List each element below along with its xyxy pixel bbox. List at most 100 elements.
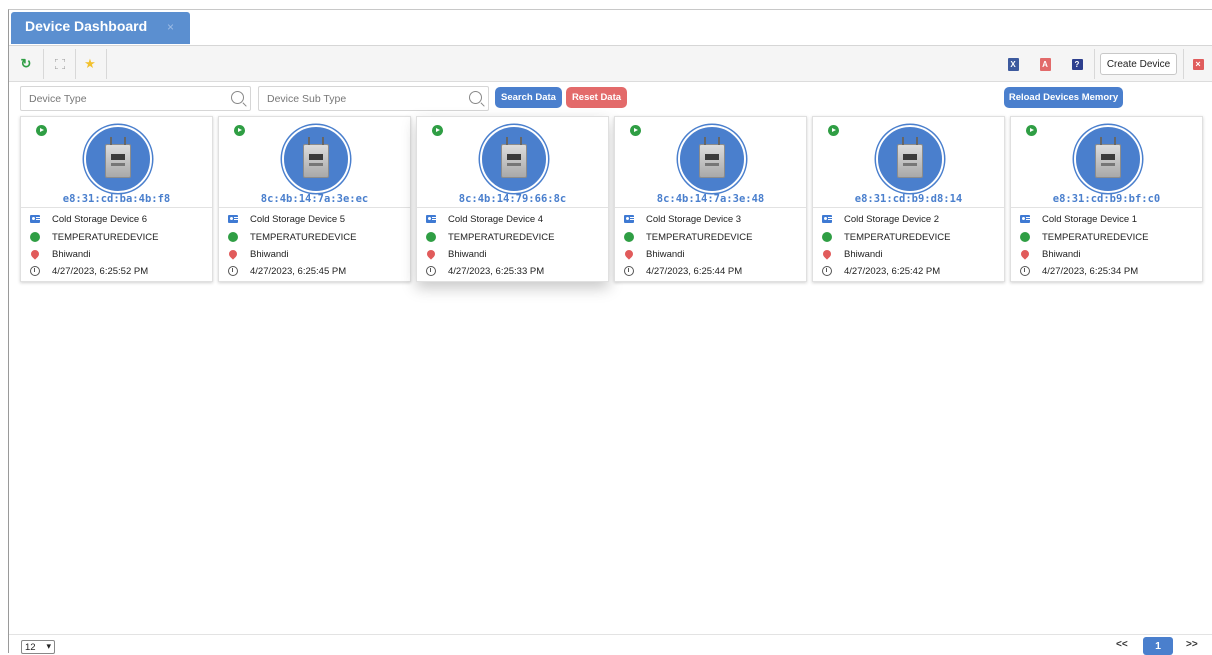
id-card-icon [30,214,40,224]
page-1-button[interactable]: 1 [1143,637,1173,655]
device-time-row: 4/27/2023, 6:25:45 PM [228,264,346,278]
device-avatar [1074,125,1142,193]
search-icon[interactable] [231,91,244,104]
device-location-row: Bhiwandi [1019,247,1081,261]
device-name-row: Cold Storage Device 6 [30,212,147,226]
device-avatar [84,125,152,193]
device-avatar [678,125,746,193]
search-data-button[interactable]: Search Data [495,87,562,108]
device-timestamp: 4/27/2023, 6:25:34 PM [1042,265,1139,277]
device-time-row: 4/27/2023, 6:25:42 PM [822,264,940,278]
device-card[interactable]: 8c:4b:14:79:66:8c Cold Storage Device 4 … [416,116,609,282]
toolbar-divider [1183,49,1184,79]
reload-devices-memory-button[interactable]: Reload Devices Memory [1004,87,1123,108]
play-status-icon[interactable] [630,125,641,136]
play-status-icon[interactable] [1026,125,1037,136]
device-name: Cold Storage Device 3 [646,213,742,225]
clock-icon [624,266,634,276]
card-divider [417,207,608,208]
device-type-placeholder: Device Type [29,93,87,105]
globe-icon [228,232,238,242]
tab-device-dashboard[interactable]: Device Dashboard × [11,12,190,44]
device-location-row: Bhiwandi [425,247,487,261]
device-timestamp: 4/27/2023, 6:25:45 PM [250,265,347,277]
device-avatar [282,125,350,193]
device-name-row: Cold Storage Device 4 [426,212,543,226]
device-image [105,137,131,178]
device-timestamp: 4/27/2023, 6:25:44 PM [646,265,743,277]
play-status-icon[interactable] [36,125,47,136]
create-device-button[interactable]: Create Device [1100,53,1177,75]
device-time-row: 4/27/2023, 6:25:34 PM [1020,264,1138,278]
star-icon[interactable]: ★ [81,55,99,73]
device-name: Cold Storage Device 2 [844,213,940,225]
device-name-row: Cold Storage Device 3 [624,212,741,226]
filter-row: Device Type Device Sub Type Search Data … [9,82,1212,114]
close-icon: × [1192,58,1204,70]
play-status-icon[interactable] [234,125,245,136]
device-type-row: TEMPERATUREDEVICE [426,230,554,244]
toolbar-divider [106,49,107,79]
device-type-row: TEMPERATUREDEVICE [822,230,950,244]
location-pin-icon [29,248,41,260]
page-size-select[interactable]: 12 ▾ [21,640,55,654]
toolbar-divider [75,49,76,79]
tab-close-icon[interactable]: × [167,20,174,34]
device-timestamp: 4/27/2023, 6:25:33 PM [448,265,545,277]
device-type: TEMPERATUREDEVICE [250,231,357,243]
search-icon[interactable] [469,91,482,104]
toolbar: ↻ ★ X A ? Create Device × [9,46,1212,82]
excel-export-icon[interactable]: X [1004,55,1022,73]
device-type-input[interactable]: Device Type [20,86,251,111]
page-size-value: 12 [25,642,36,653]
device-location: Bhiwandi [52,248,91,260]
device-name: Cold Storage Device 1 [1042,213,1138,225]
card-divider [615,207,806,208]
device-image [897,137,923,178]
device-type: TEMPERATUREDEVICE [646,231,753,243]
device-card[interactable]: 8c:4b:14:7a:3e:ec Cold Storage Device 5 … [218,116,411,282]
globe-icon [624,232,634,242]
globe-icon [30,232,40,242]
excel-file-icon: X [1007,57,1019,71]
close-panel-button[interactable]: × [1189,55,1207,73]
device-name: Cold Storage Device 4 [448,213,544,225]
clock-icon [30,266,40,276]
id-card-icon [624,214,634,224]
device-sub-type-input[interactable]: Device Sub Type [258,86,489,111]
location-pin-icon [623,248,635,260]
device-location: Bhiwandi [448,248,487,260]
device-card[interactable]: e8:31:cd:b9:bf:c0 Cold Storage Device 1 … [1010,116,1203,282]
device-location: Bhiwandi [844,248,883,260]
device-mac: e8:31:cd:b9:bf:c0 [1052,193,1161,205]
device-type: TEMPERATUREDEVICE [844,231,951,243]
toolbar-divider [1094,49,1095,79]
card-divider [21,207,212,208]
play-status-icon[interactable] [432,125,443,136]
pdf-export-icon[interactable]: A [1036,55,1054,73]
card-divider [219,207,410,208]
device-location-row: Bhiwandi [227,247,289,261]
device-card[interactable]: 8c:4b:14:7a:3e:48 Cold Storage Device 3 … [614,116,807,282]
next-page-button[interactable]: >> [1186,639,1198,650]
device-location: Bhiwandi [250,248,289,260]
device-timestamp: 4/27/2023, 6:25:42 PM [844,265,941,277]
fullscreen-icon[interactable] [51,55,69,73]
refresh-icon[interactable]: ↻ [17,55,35,73]
device-type: TEMPERATUREDEVICE [448,231,555,243]
device-card[interactable]: e8:31:cd:b9:d8:14 Cold Storage Device 2 … [812,116,1005,282]
help-icon[interactable]: ? [1068,55,1086,73]
reset-data-button[interactable]: Reset Data [566,87,627,108]
clock-icon [1020,266,1030,276]
device-sub-type-placeholder: Device Sub Type [267,93,347,105]
device-time-row: 4/27/2023, 6:25:44 PM [624,264,742,278]
device-image [501,137,527,178]
globe-icon [426,232,436,242]
device-location-row: Bhiwandi [29,247,91,261]
play-status-icon[interactable] [828,125,839,136]
previous-page-button[interactable]: << [1116,639,1128,650]
device-name: Cold Storage Device 5 [250,213,346,225]
device-type-row: TEMPERATUREDEVICE [1020,230,1148,244]
device-card[interactable]: e8:31:cd:ba:4b:f8 Cold Storage Device 6 … [20,116,213,282]
tab-bar: Device Dashboard × [9,10,1212,46]
